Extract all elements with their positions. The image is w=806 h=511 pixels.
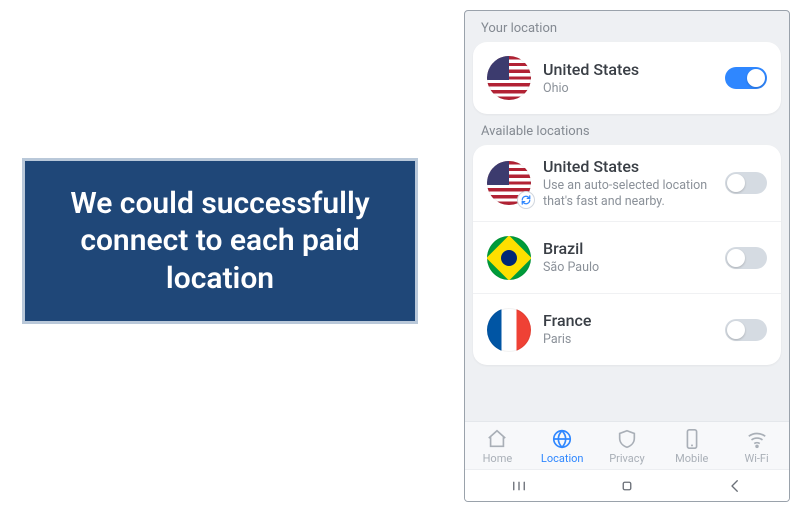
app-panel: Your location United States Ohio Availab… — [464, 10, 790, 502]
system-recents-button[interactable] — [489, 477, 549, 495]
nav-privacy[interactable]: Privacy — [597, 428, 657, 465]
current-location-row[interactable]: United States Ohio — [473, 42, 781, 114]
nav-wifi-label: Wi-Fi — [744, 452, 768, 465]
current-location-text: United States Ohio — [543, 60, 713, 97]
globe-icon — [551, 428, 573, 450]
system-nav-bar — [465, 469, 789, 501]
nav-mobile-label: Mobile — [675, 452, 708, 465]
wifi-icon — [746, 428, 768, 450]
flag-us-icon — [487, 56, 531, 100]
available-toggle-0[interactable] — [725, 172, 767, 194]
caption-box: We could successfully connect to each pa… — [22, 158, 418, 324]
available-row-us-auto[interactable]: United States Use an auto-selected locat… — [473, 145, 781, 221]
shield-icon — [616, 428, 638, 450]
nav-home[interactable]: Home — [467, 428, 527, 465]
current-location-toggle[interactable] — [725, 67, 767, 89]
current-location-card: United States Ohio — [473, 42, 781, 114]
nav-home-label: Home — [483, 452, 513, 465]
available-title-0: United States — [543, 157, 713, 176]
bottom-nav: Home Location Privacy Mobile Wi-Fi — [465, 421, 789, 469]
home-icon — [486, 428, 508, 450]
your-location-label: Your location — [465, 11, 789, 42]
system-back-button[interactable] — [705, 477, 765, 495]
nav-privacy-label: Privacy — [609, 452, 645, 465]
available-subtitle-1: São Paulo — [543, 260, 713, 276]
available-locations-card: United States Use an auto-selected locat… — [473, 145, 781, 365]
current-location-subtitle: Ohio — [543, 81, 713, 97]
nav-location[interactable]: Location — [532, 428, 592, 465]
available-toggle-1[interactable] — [725, 247, 767, 269]
available-row-france[interactable]: France Paris — [473, 293, 781, 365]
current-location-title: United States — [543, 60, 713, 79]
available-title-2: France — [543, 311, 713, 330]
flag-br-icon — [487, 236, 531, 280]
flag-us-auto-icon — [487, 161, 531, 205]
nav-mobile[interactable]: Mobile — [662, 428, 722, 465]
system-home-button[interactable] — [597, 477, 657, 495]
available-locations-label: Available locations — [465, 114, 789, 145]
caption-text: We could successfully connect to each pa… — [45, 185, 395, 298]
available-subtitle-0: Use an auto-selected location that's fas… — [543, 178, 713, 209]
available-subtitle-2: Paris — [543, 332, 713, 348]
nav-wifi[interactable]: Wi-Fi — [727, 428, 787, 465]
nav-location-label: Location — [541, 452, 584, 465]
available-row-brazil[interactable]: Brazil São Paulo — [473, 221, 781, 293]
available-title-1: Brazil — [543, 239, 713, 258]
mobile-icon — [681, 428, 703, 450]
available-toggle-2[interactable] — [725, 319, 767, 341]
auto-badge-icon — [517, 191, 535, 209]
flag-fr-icon — [487, 308, 531, 352]
